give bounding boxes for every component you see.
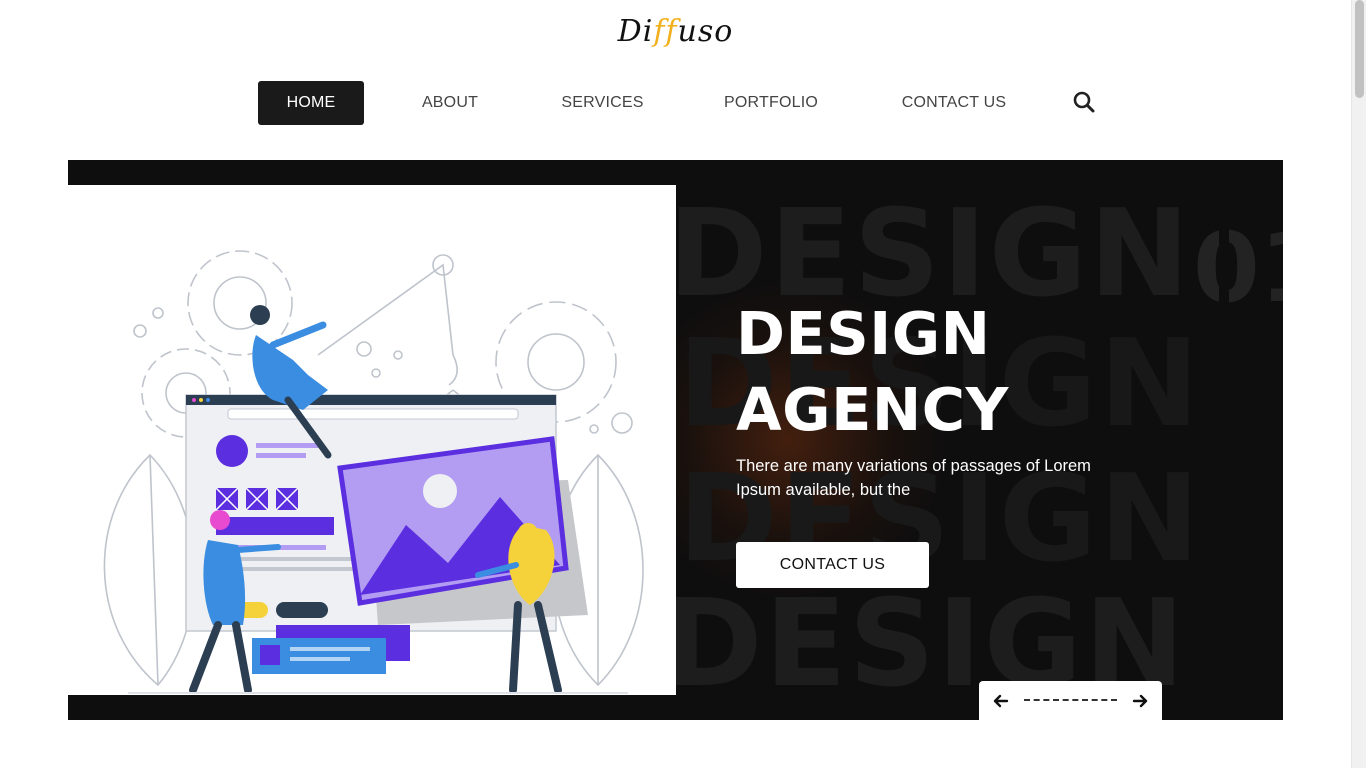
contact-us-button[interactable]: CONTACT US xyxy=(736,542,929,588)
logo-text-accent: ff xyxy=(653,14,678,49)
hero-slider: DESIGN DESIGN DESIGN DESIGN 01 xyxy=(68,160,1283,720)
slide-number: 01 xyxy=(1193,220,1283,316)
next-slide-button[interactable] xyxy=(1130,691,1150,711)
nav-item-contact-us[interactable]: CONTACT US xyxy=(873,81,1035,125)
scrollbar-thumb[interactable] xyxy=(1355,0,1364,98)
hero-title-line-2: AGENCY xyxy=(736,375,1009,444)
hero-illustration xyxy=(68,185,676,695)
logo-text-end: uso xyxy=(677,14,734,49)
hero-title-line-1: DESIGN xyxy=(736,299,991,368)
slide-number-tab xyxy=(1219,225,1229,309)
nav-item-about[interactable]: ABOUT xyxy=(364,81,536,125)
site-logo[interactable]: Diffuso xyxy=(0,14,1351,49)
search-icon xyxy=(1073,91,1095,113)
logo-text-start: Di xyxy=(617,14,654,49)
slider-controls xyxy=(979,681,1162,720)
design-agency-illustration xyxy=(103,250,644,694)
prev-slide-button[interactable] xyxy=(991,691,1011,711)
hero-description: There are many variations of passages of… xyxy=(736,457,1091,499)
nav-item-home[interactable]: HOME xyxy=(258,81,364,125)
hero-title: DESIGN AGENCY xyxy=(736,296,1009,448)
nav-item-services[interactable]: SERVICES xyxy=(536,81,669,125)
arrow-left-icon xyxy=(993,694,1009,708)
main-nav: HOME ABOUT SERVICES PORTFOLIO CONTACT US xyxy=(258,81,1035,125)
slider-progress xyxy=(1024,699,1117,701)
arrow-right-icon xyxy=(1132,694,1148,708)
page-scrollbar[interactable] xyxy=(1351,0,1366,768)
search-button[interactable] xyxy=(1072,90,1096,114)
nav-item-portfolio[interactable]: PORTFOLIO xyxy=(669,81,873,125)
